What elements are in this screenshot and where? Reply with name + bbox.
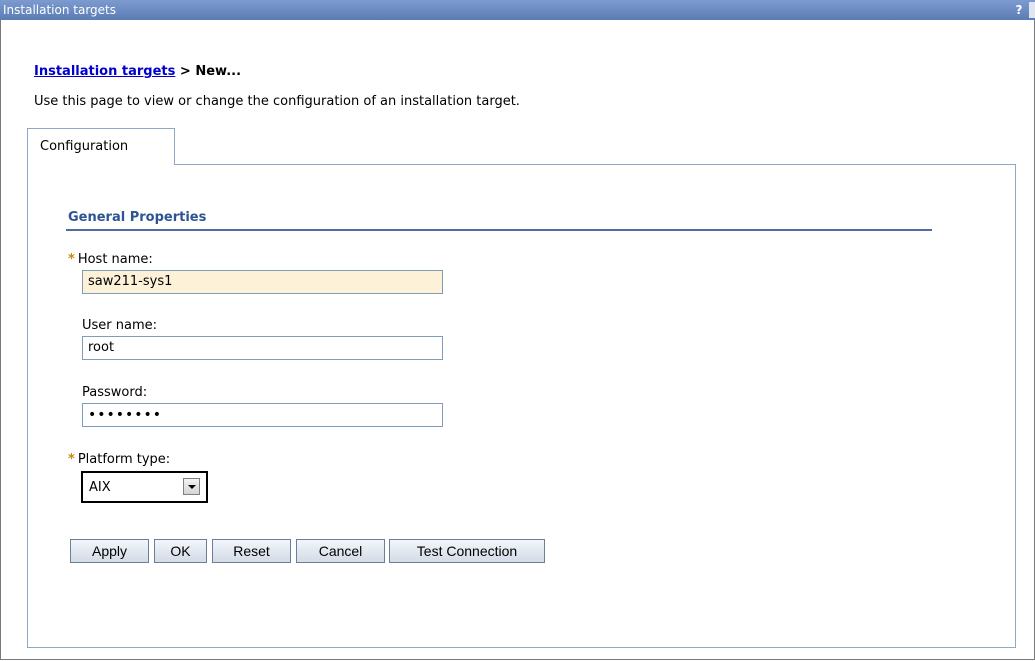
host-name-label-group: * Host name: [68, 252, 153, 267]
breadcrumb-separator: > [175, 64, 196, 79]
tab-configuration-label: Configuration [40, 139, 129, 154]
platform-type-label-group: * Platform type: [68, 452, 170, 467]
breadcrumb-link-installation-targets[interactable]: Installation targets [34, 64, 175, 79]
test-connection-button[interactable]: Test Connection [389, 539, 545, 563]
user-name-label: User name: [82, 318, 158, 333]
window-titlebar: Installation targets ? [0, 0, 1035, 20]
breadcrumb-current: New... [195, 64, 242, 79]
user-name-input[interactable]: root [82, 336, 443, 360]
platform-type-select[interactable]: AIX [81, 471, 208, 503]
password-label: Password: [82, 385, 148, 400]
platform-type-label: Platform type: [77, 452, 171, 467]
section-title-general-properties: General Properties [68, 210, 207, 225]
minimize-icon[interactable] [1029, 2, 1035, 18]
tab-configuration[interactable]: Configuration [27, 128, 175, 165]
page-description: Use this page to view or change the conf… [34, 94, 520, 109]
section-divider [66, 229, 932, 231]
required-icon: * [68, 252, 75, 267]
apply-button[interactable]: Apply [70, 539, 149, 563]
help-icon[interactable]: ? [1012, 0, 1026, 20]
cancel-button[interactable]: Cancel [296, 539, 385, 563]
host-name-label: Host name: [77, 252, 153, 267]
host-name-input[interactable]: saw211-sys1 [82, 270, 443, 294]
breadcrumb: Installation targets > New... [34, 64, 241, 79]
platform-type-value: AIX [89, 480, 111, 495]
reset-button[interactable]: Reset [212, 539, 291, 563]
chevron-down-icon[interactable] [183, 478, 200, 495]
window-title: Installation targets [3, 3, 117, 17]
required-icon: * [68, 452, 75, 467]
ok-button[interactable]: OK [154, 539, 207, 563]
password-input[interactable]: •••••••• [82, 403, 443, 427]
